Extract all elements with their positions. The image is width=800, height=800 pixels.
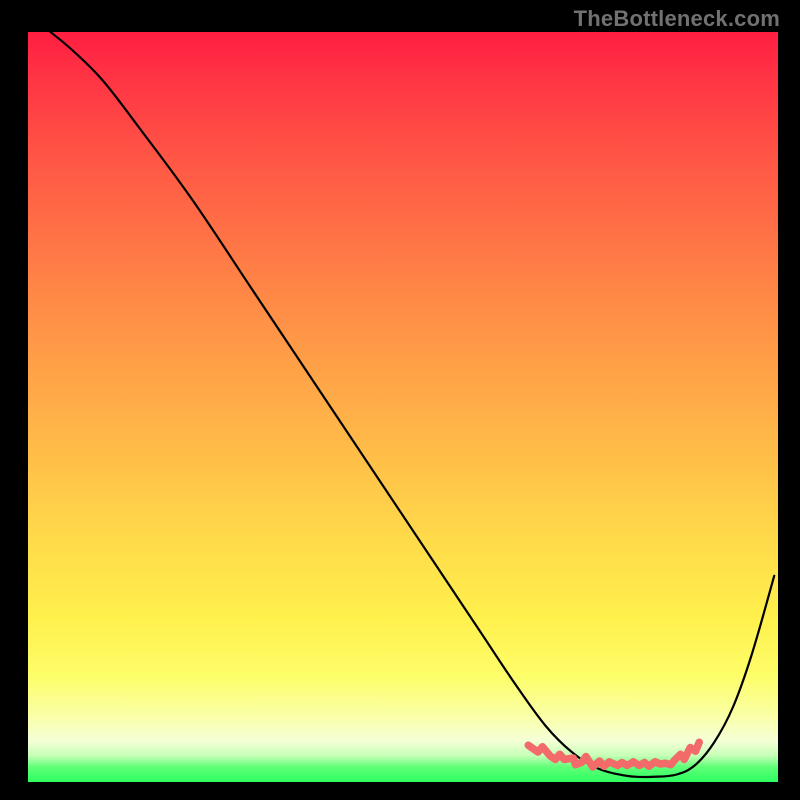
main-curve <box>51 32 775 777</box>
gradient-panel <box>28 32 778 782</box>
red-underline <box>528 742 699 767</box>
chart-stage: TheBottleneck.com <box>0 0 800 800</box>
watermark-text: TheBottleneck.com <box>574 6 780 32</box>
curve-layer <box>28 32 778 782</box>
